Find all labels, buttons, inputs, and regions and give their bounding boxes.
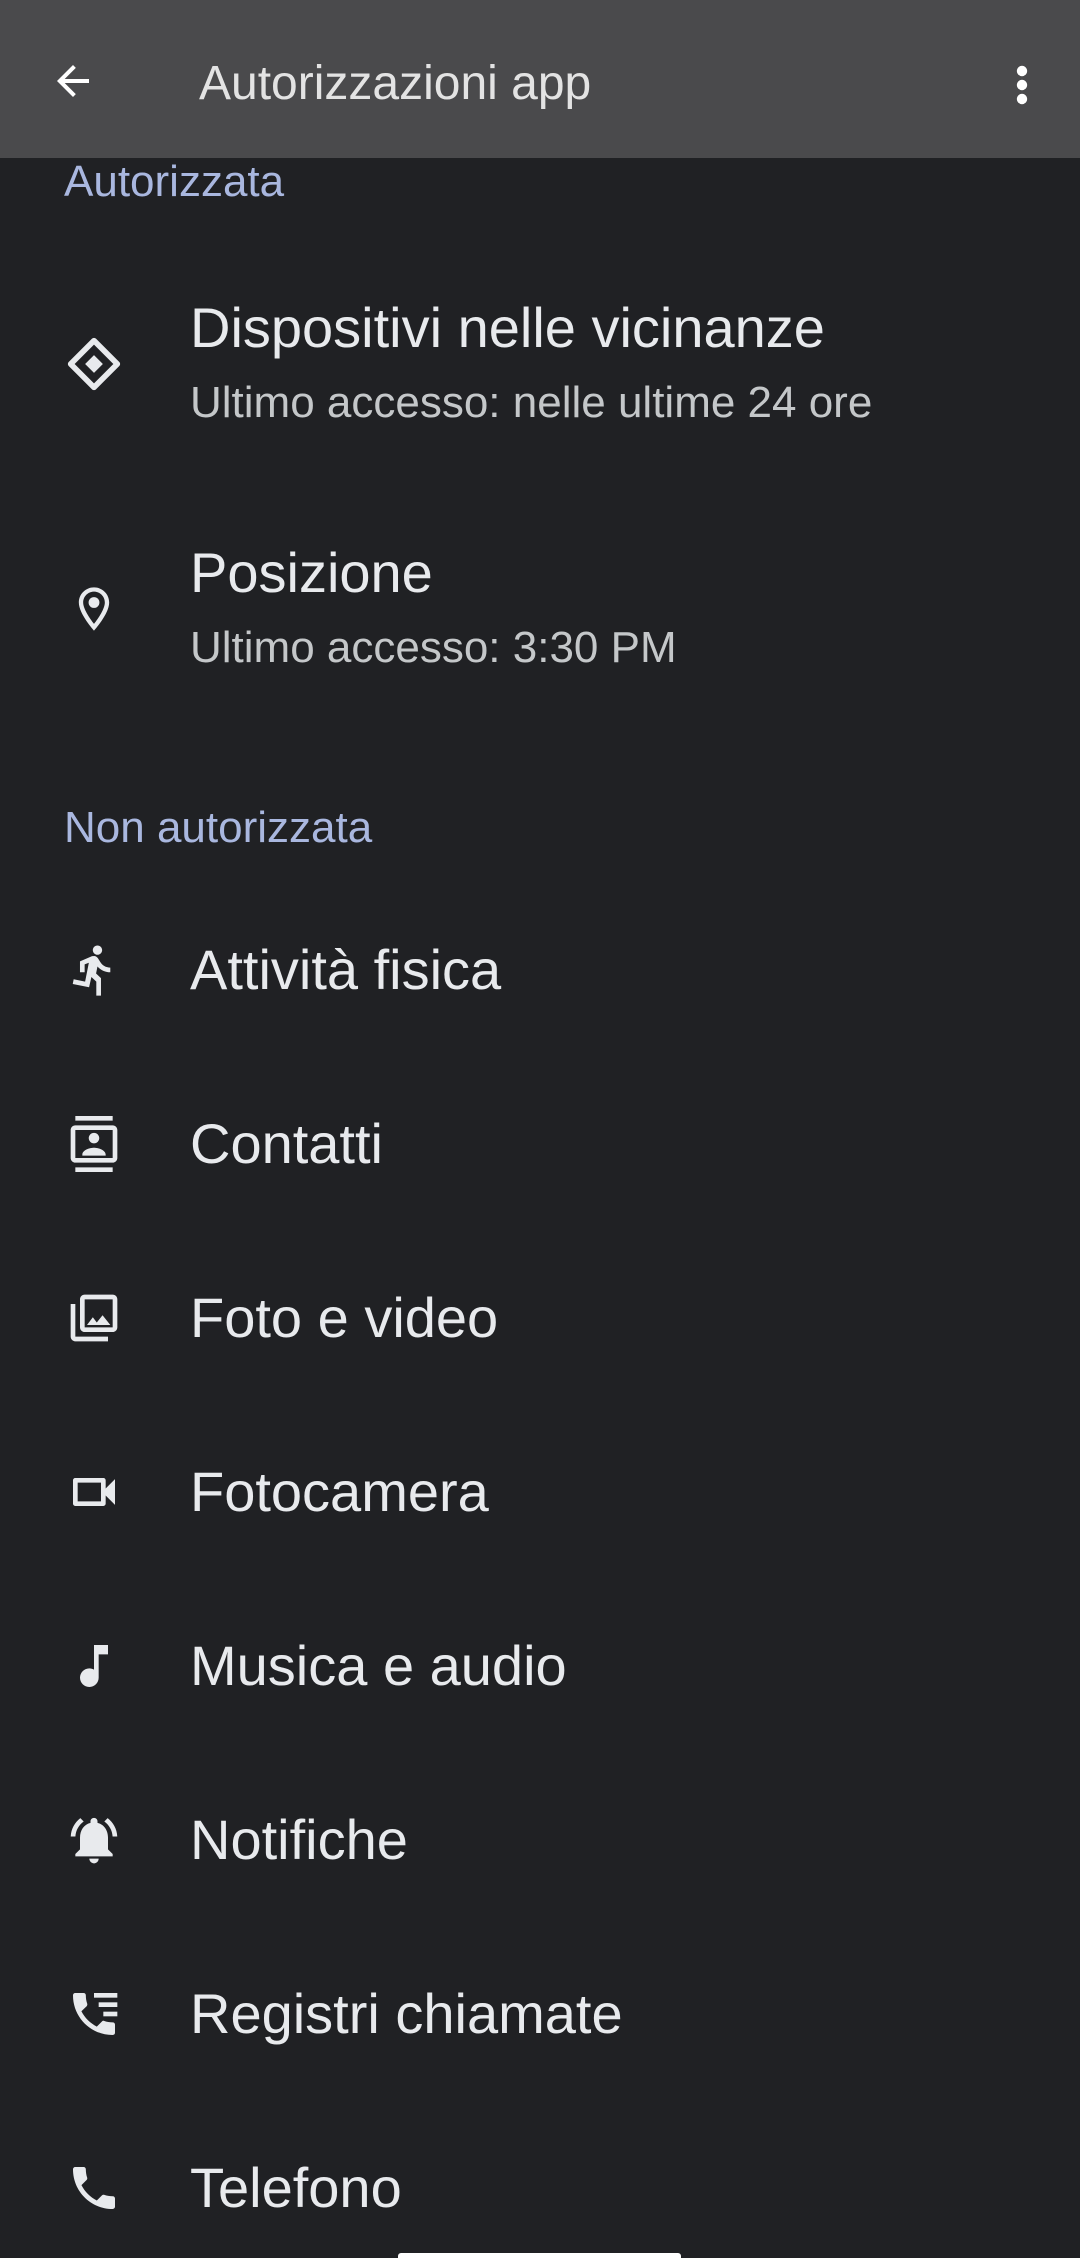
permission-item-call-logs[interactable]: Registri chiamate [0,1964,1080,2064]
section-header-denied: Non autorizzata [64,803,373,852]
permission-label: Attività fisica [190,938,502,1001]
notification-bell-icon [62,1808,126,1872]
permission-label: Fotocamera [190,1460,489,1523]
permission-label: Foto e video [190,1286,499,1349]
location-pin-icon [62,577,126,641]
camera-icon [62,1460,126,1524]
permission-item-contacts[interactable]: Contatti [0,1094,1080,1194]
page-title: Autorizzazioni app [199,57,592,110]
permission-label: Registri chiamate [190,1982,623,2045]
physical-activity-icon [62,938,126,1002]
permission-item-physical-activity[interactable]: Attività fisica [0,920,1080,1020]
more-vert-icon [1016,65,1028,105]
call-log-icon [62,1982,126,2046]
permission-last-access: Ultimo accesso: 3:30 PM [190,623,677,672]
permission-label: Musica e audio [190,1634,567,1697]
permission-label: Dispositivi nelle vicinanze [190,296,825,359]
permission-item-camera[interactable]: Fotocamera [0,1442,1080,1542]
permission-label: Notifiche [190,1808,408,1871]
arrow-back-icon [57,65,89,97]
permission-label: Telefono [190,2156,402,2219]
nearby-devices-icon [62,332,126,396]
contacts-icon [62,1112,126,1176]
permission-item-music-audio[interactable]: Musica e audio [0,1616,1080,1716]
section-header-allowed: Autorizzata [64,157,285,206]
permission-item-nearby-devices[interactable]: Dispositivi nelle vicinanze Ultimo acces… [0,270,1080,460]
gesture-nav-handle[interactable] [398,2253,681,2258]
app-bar: Autorizzazioni app [0,0,1080,158]
permission-last-access: Ultimo accesso: nelle ultime 24 ore [190,378,873,427]
permission-item-location[interactable]: Posizione Ultimo accesso: 3:30 PM [0,515,1080,705]
permission-item-phone[interactable]: Telefono [0,2138,1080,2238]
phone-icon [62,2156,126,2220]
permission-item-photos-videos[interactable]: Foto e video [0,1268,1080,1368]
music-note-icon [62,1634,126,1698]
permission-label: Contatti [190,1112,383,1175]
back-button[interactable] [40,48,106,114]
permission-label: Posizione [190,541,433,604]
photos-videos-icon [62,1286,126,1350]
permission-item-notifications[interactable]: Notifiche [0,1790,1080,1890]
more-options-button[interactable] [992,52,1052,118]
